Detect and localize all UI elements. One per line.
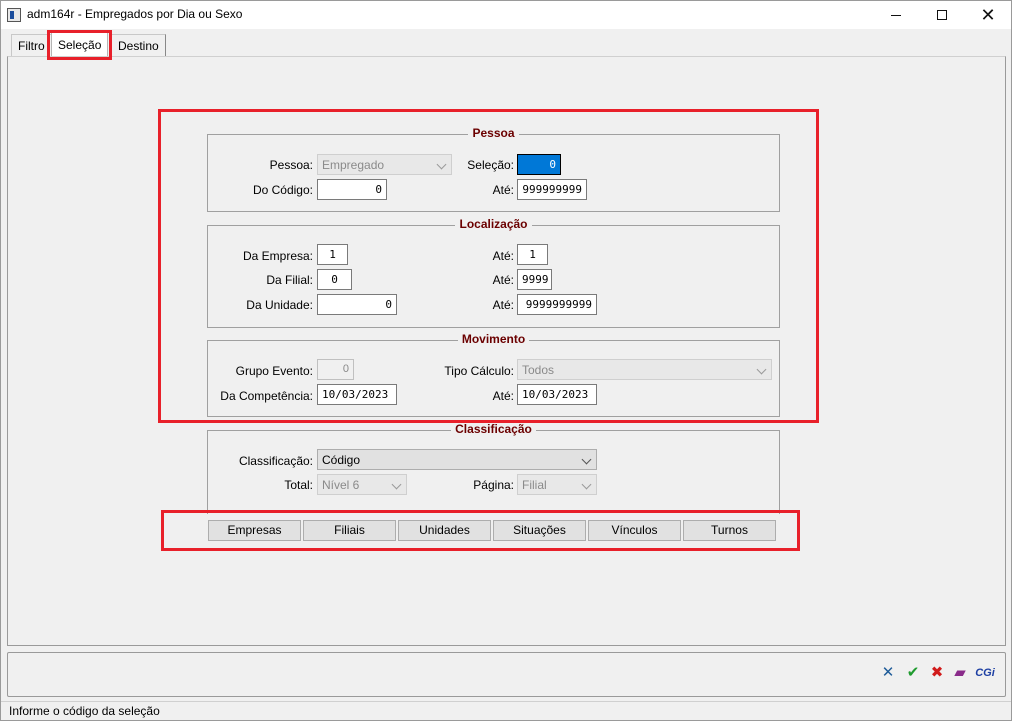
cgi-icon[interactable]: CGi: [973, 664, 997, 682]
pagina-select[interactable]: Filial: [517, 474, 597, 495]
maximize-button[interactable]: [919, 1, 965, 29]
pagina-select-value: Filial: [522, 478, 547, 492]
filiais-button[interactable]: Filiais: [303, 520, 396, 541]
ate-unidade-label: Até:: [492, 298, 514, 312]
da-filial-label: Da Filial:: [266, 273, 313, 287]
minimize-icon: [891, 14, 901, 16]
window-title: adm164r - Empregados por Dia ou Sexo: [27, 7, 243, 21]
chevron-down-icon: [581, 454, 592, 465]
excel-icon[interactable]: ✕: [879, 664, 897, 682]
da-filial-input[interactable]: 0: [317, 269, 352, 290]
classificacao-select-value: Código: [322, 453, 361, 467]
group-pessoa: Pessoa: [207, 126, 780, 212]
tab-destino[interactable]: Destino: [111, 34, 166, 56]
minimize-button[interactable]: [873, 1, 919, 29]
pessoa-select-value: Empregado: [322, 158, 385, 172]
group-pessoa-title: Pessoa: [468, 126, 519, 140]
chevron-down-icon: [581, 479, 592, 490]
tab-filtro[interactable]: Filtro: [11, 34, 52, 56]
vinculos-button[interactable]: Vínculos: [588, 520, 681, 541]
tipo-calculo-label: Tipo Cálculo:: [444, 364, 514, 378]
da-empresa-input[interactable]: 1: [317, 244, 348, 265]
cgi-label: CGi: [975, 667, 995, 679]
cancel-x-icon[interactable]: ✖: [928, 664, 946, 682]
total-select-value: Nível 6: [322, 478, 360, 492]
empresas-button[interactable]: Empresas: [208, 520, 301, 541]
tab-selecao[interactable]: Seleção: [51, 32, 109, 58]
ate-competencia-input[interactable]: 10/03/2023: [517, 384, 597, 405]
da-competencia-label: Da Competência:: [220, 389, 313, 403]
group-classificacao: Classificação: [207, 422, 780, 514]
unidades-button[interactable]: Unidades: [398, 520, 491, 541]
da-unidade-input[interactable]: 0: [317, 294, 397, 315]
group-movimento-title: Movimento: [457, 332, 530, 346]
maximize-icon: [937, 10, 947, 20]
ate-codigo-input[interactable]: 999999999: [517, 179, 587, 200]
tipo-calculo-select-value: Todos: [522, 363, 555, 377]
ate-competencia-label: Até:: [492, 389, 514, 403]
pagina-label: Página:: [473, 478, 514, 492]
bottom-toolbar: [7, 652, 1006, 697]
grupo-evento-label: Grupo Evento:: [235, 364, 313, 378]
ate-codigo-label: Até:: [492, 183, 514, 197]
ate-empresa-label: Até:: [492, 249, 514, 263]
pessoa-label: Pessoa:: [269, 158, 313, 172]
ate-unidade-input[interactable]: 9999999999: [517, 294, 597, 315]
group-localizacao-title: Localização: [455, 217, 532, 231]
da-unidade-label: Da Unidade:: [246, 298, 313, 312]
do-codigo-input[interactable]: 0: [317, 179, 387, 200]
ate-empresa-input[interactable]: 1: [517, 244, 548, 265]
close-icon: ✕: [980, 4, 996, 25]
group-classificacao-title: Classificação: [451, 422, 536, 436]
close-button[interactable]: ✕: [965, 1, 1011, 29]
ate-filial-label: Até:: [492, 273, 514, 287]
selecao-label: Seleção:: [467, 158, 514, 172]
ate-filial-input[interactable]: 9999: [517, 269, 552, 290]
status-text: Informe o código da seleção: [9, 704, 160, 718]
total-label: Total:: [284, 478, 313, 492]
classificacao-select[interactable]: Código: [317, 449, 597, 470]
da-empresa-label: Da Empresa:: [242, 249, 313, 263]
help-book-icon[interactable]: ▰: [951, 664, 969, 682]
selecao-input[interactable]: 0: [517, 154, 561, 175]
turnos-button[interactable]: Turnos: [683, 520, 776, 541]
app-window: adm164r - Empregados por Dia ou Sexo ✕ F…: [0, 0, 1012, 721]
title-bar: adm164r - Empregados por Dia ou Sexo ✕: [1, 1, 1011, 29]
total-select[interactable]: Nível 6: [317, 474, 407, 495]
grupo-evento-input[interactable]: 0: [317, 359, 354, 380]
chevron-down-icon: [391, 479, 402, 490]
tipo-calculo-select[interactable]: Todos: [517, 359, 772, 380]
confirm-check-icon[interactable]: ✔: [904, 664, 922, 682]
do-codigo-label: Do Código:: [252, 183, 313, 197]
status-bar: Informe o código da seleção: [1, 701, 1011, 721]
app-icon: [7, 8, 21, 22]
chevron-down-icon: [756, 364, 767, 375]
situacoes-button[interactable]: Situações: [493, 520, 586, 541]
classificacao-label: Classificação:: [238, 454, 313, 468]
da-competencia-input[interactable]: 10/03/2023: [317, 384, 397, 405]
